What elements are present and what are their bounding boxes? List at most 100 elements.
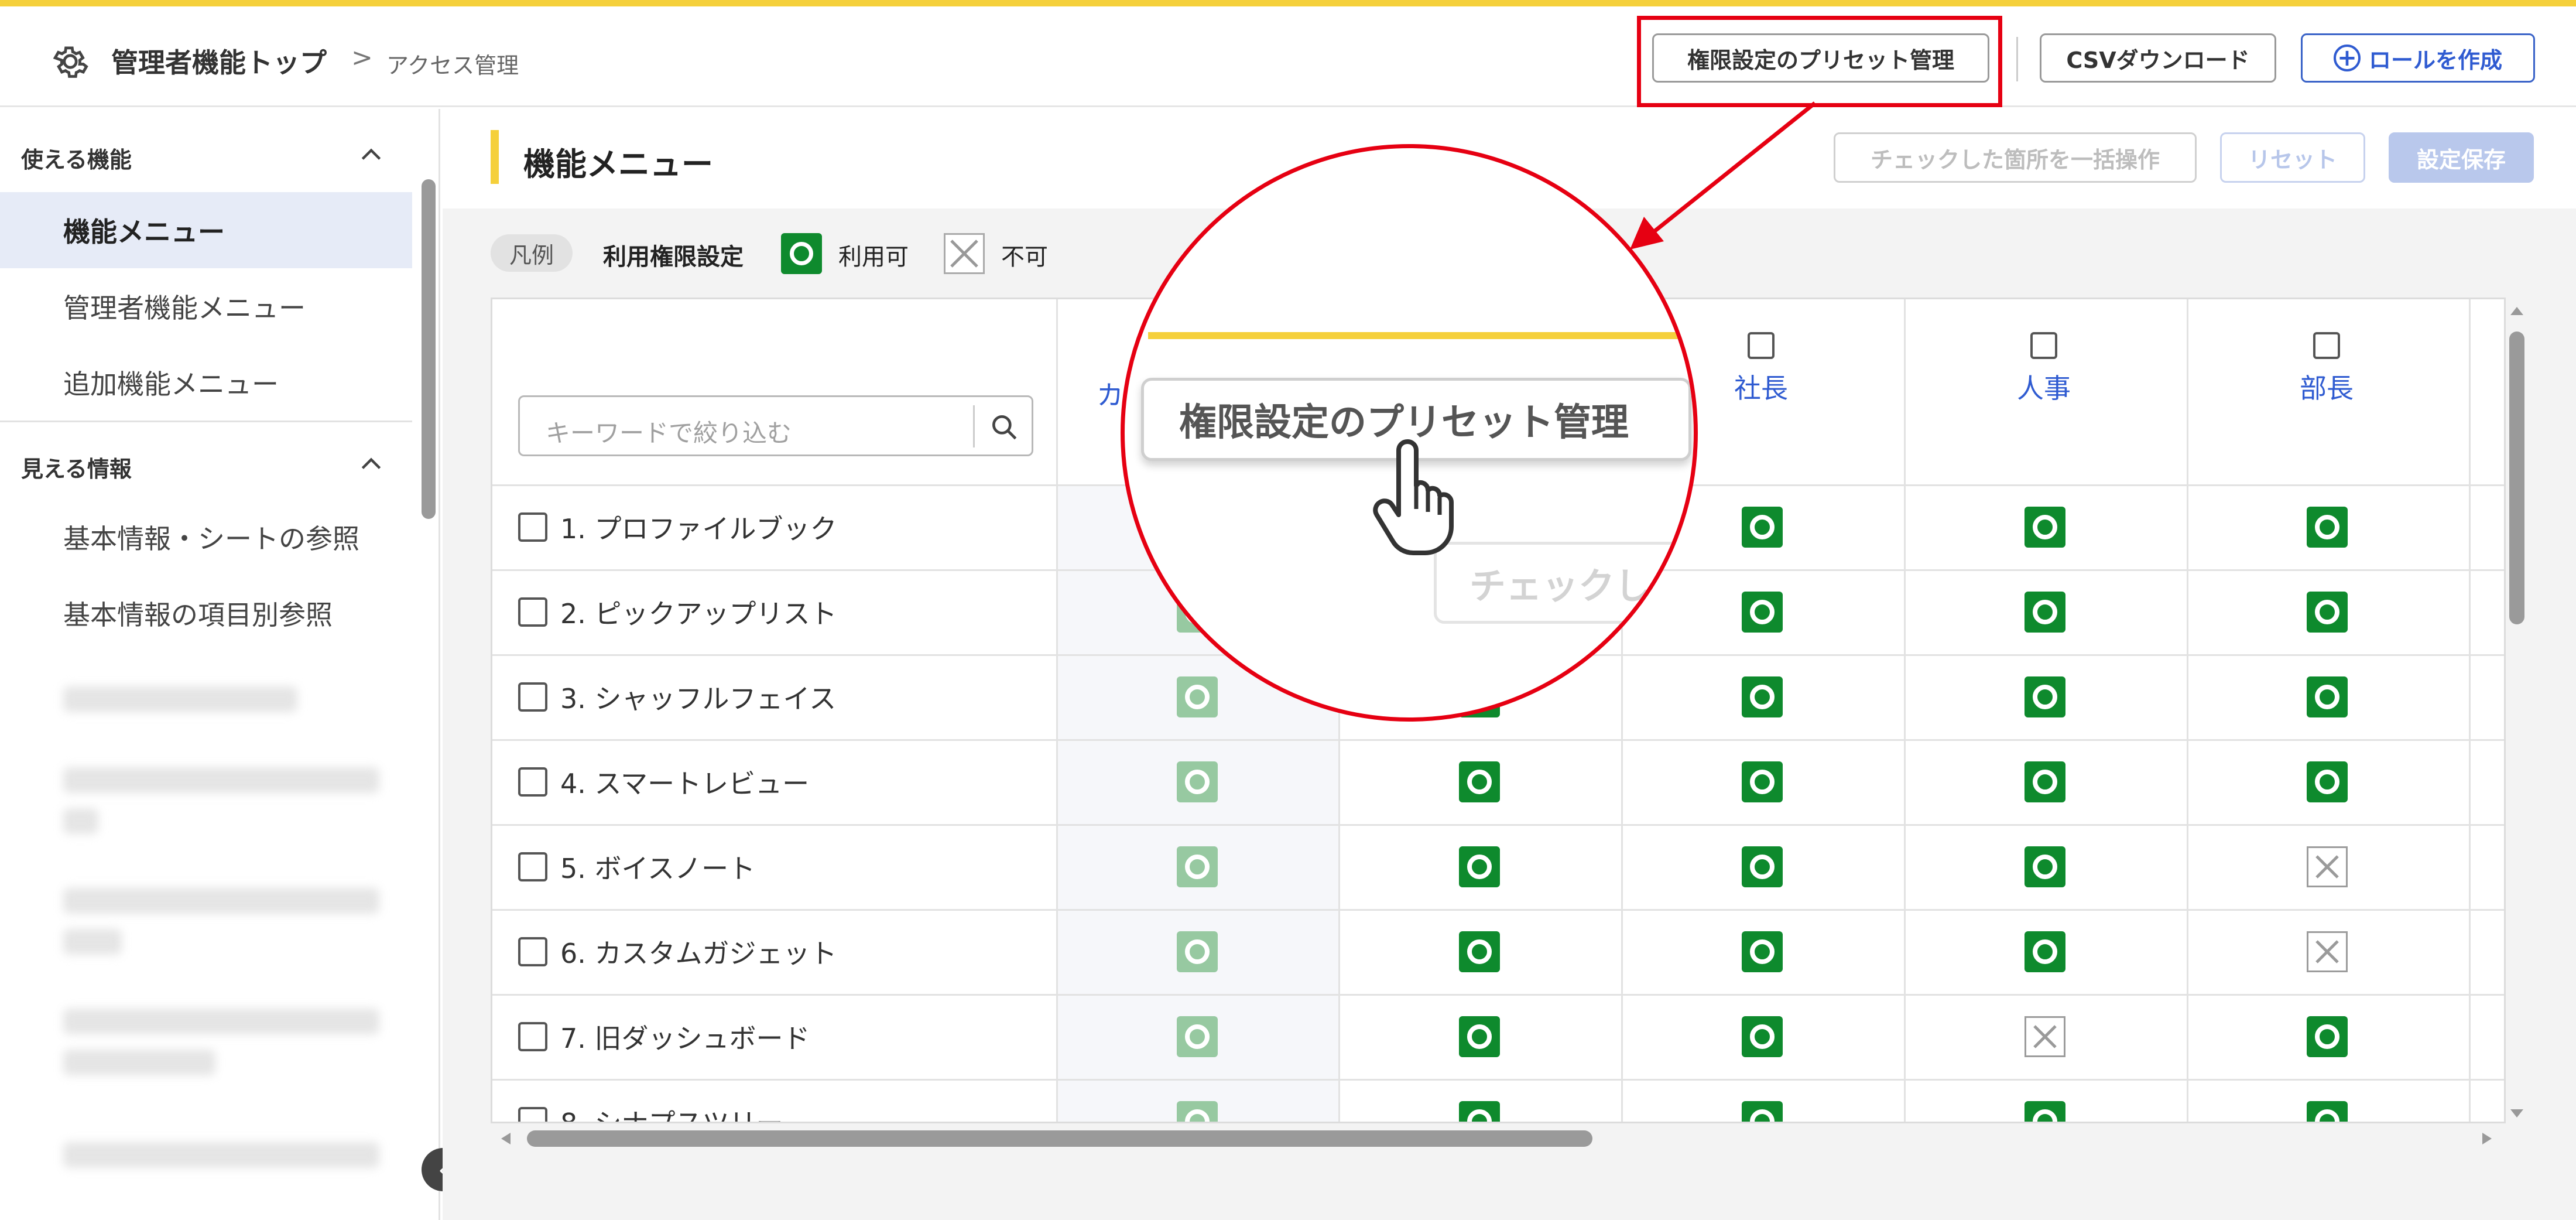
row-checkbox[interactable] — [518, 937, 547, 966]
create-role-button[interactable]: + ロールを作成 — [2301, 33, 2535, 83]
breadcrumb-separator: > — [351, 43, 373, 73]
zoom-accent-bar — [1148, 332, 1693, 339]
table-row-label[interactable]: 4. スマートレビュー — [518, 763, 809, 801]
keyword-search-input[interactable]: キーワードで絞り込む — [518, 395, 1033, 456]
row-name: 4. スマートレビュー — [560, 768, 810, 799]
ok-icon[interactable] — [1459, 761, 1500, 802]
row-checkbox[interactable] — [518, 512, 547, 542]
table-row-label[interactable]: 8. シナプスツリー — [518, 1102, 783, 1122]
ok-icon[interactable] — [1177, 1101, 1218, 1122]
scroll-up-arrow-icon[interactable] — [2508, 302, 2526, 320]
row-checkbox[interactable] — [518, 597, 547, 627]
row-divider — [492, 1079, 2504, 1081]
ng-icon — [944, 233, 985, 274]
ok-icon[interactable] — [2307, 676, 2348, 717]
sidebar-scrollbar[interactable] — [422, 150, 436, 1220]
header-divider — [2016, 37, 2018, 81]
sidebar-scroll-thumb[interactable] — [422, 179, 436, 519]
ok-icon[interactable] — [2307, 1016, 2348, 1057]
gear-icon[interactable] — [49, 40, 91, 83]
scroll-down-arrow-icon[interactable] — [2508, 1105, 2526, 1122]
column-label[interactable]: 人事 — [1903, 367, 2184, 406]
ok-icon[interactable] — [1742, 1101, 1783, 1122]
sidebar-section-functions[interactable]: 使える機能 — [21, 142, 132, 174]
table-row-label[interactable]: 6. カスタムガジェット — [518, 932, 837, 971]
sidebar-divider — [0, 421, 412, 422]
ok-icon[interactable] — [2025, 846, 2065, 887]
reset-button[interactable]: リセット — [2220, 132, 2365, 183]
ok-icon[interactable] — [1177, 676, 1218, 717]
row-divider — [492, 994, 2504, 996]
sidebar-item-basic-sheet[interactable]: 基本情報・シートの参照 — [0, 499, 412, 575]
sidebar-item-admin-menu[interactable]: 管理者機能メニュー — [0, 268, 412, 344]
column-header-hr[interactable]: 人事 — [1903, 332, 2184, 406]
ok-icon[interactable] — [2025, 1101, 2065, 1122]
ok-icon[interactable] — [1742, 1016, 1783, 1057]
table-vscroll-thumb[interactable] — [2509, 332, 2524, 624]
search-icon[interactable] — [988, 411, 1021, 444]
table-hscroll-thumb[interactable] — [527, 1130, 1592, 1147]
ok-icon[interactable] — [2025, 676, 2065, 717]
column-label[interactable]: 部長 — [2186, 367, 2467, 406]
ng-icon[interactable] — [2025, 1016, 2065, 1057]
ok-icon[interactable] — [2025, 507, 2065, 548]
ok-icon[interactable] — [1177, 846, 1218, 887]
sidebar-section-info[interactable]: 見える情報 — [21, 451, 132, 483]
ok-icon[interactable] — [1177, 1016, 1218, 1057]
ok-icon[interactable] — [2307, 592, 2348, 633]
sidebar-item-function-menu[interactable]: 機能メニュー — [0, 192, 412, 268]
row-checkbox[interactable] — [518, 852, 547, 881]
ok-icon[interactable] — [1459, 1101, 1500, 1122]
row-checkbox[interactable] — [518, 682, 547, 712]
chevron-up-icon[interactable] — [358, 142, 384, 168]
ok-icon[interactable] — [2025, 761, 2065, 802]
row-divider — [492, 739, 2504, 741]
blurred-sidebar-item — [63, 767, 379, 793]
ok-icon[interactable] — [1459, 931, 1500, 972]
column-checkbox[interactable] — [2313, 332, 2340, 359]
scroll-right-arrow-icon[interactable] — [2479, 1130, 2495, 1147]
table-horizontal-scrollbar[interactable] — [498, 1127, 2500, 1150]
save-settings-button[interactable]: 設定保存 — [2389, 132, 2534, 183]
ok-icon[interactable] — [1459, 846, 1500, 887]
ok-icon[interactable] — [2307, 1101, 2348, 1122]
bulk-action-button[interactable]: チェックした箇所を一括操作 — [1834, 132, 2197, 183]
table-row-label[interactable]: 3. シャッフルフェイス — [518, 678, 836, 716]
row-name: 1. プロファイルブック — [560, 513, 837, 545]
row-checkbox[interactable] — [518, 767, 547, 797]
ok-icon[interactable] — [1177, 761, 1218, 802]
ok-icon[interactable] — [1742, 761, 1783, 802]
scroll-left-arrow-icon[interactable] — [498, 1130, 514, 1147]
table-row-label[interactable]: 5. ボイスノート — [518, 847, 755, 886]
table-row-label[interactable]: 2. ピックアップリスト — [518, 593, 837, 631]
row-name: 7. 旧ダッシュボード — [560, 1023, 810, 1054]
ok-icon[interactable] — [2307, 761, 2348, 802]
table-row-label[interactable]: 7. 旧ダッシュボード — [518, 1017, 810, 1056]
blurred-sidebar-item — [63, 1009, 379, 1034]
column-checkbox[interactable] — [1748, 332, 1775, 359]
column-header-partial[interactable]: カ — [1097, 374, 1123, 413]
ok-icon[interactable] — [1459, 1016, 1500, 1057]
sidebar-item-addon-menu[interactable]: 追加機能メニュー — [0, 344, 412, 421]
ok-icon[interactable] — [2025, 931, 2065, 972]
ok-icon[interactable] — [1742, 507, 1783, 548]
sidebar-item-basic-field[interactable]: 基本情報の項目別参照 — [0, 575, 412, 651]
ng-icon[interactable] — [2307, 931, 2348, 972]
csv-download-button[interactable]: CSVダウンロード — [2040, 33, 2276, 83]
row-checkbox[interactable] — [518, 1022, 547, 1051]
ok-icon[interactable] — [1742, 676, 1783, 717]
table-vertical-scrollbar[interactable] — [2508, 302, 2526, 1122]
row-checkbox[interactable] — [518, 1107, 547, 1122]
ok-icon[interactable] — [2025, 592, 2065, 633]
column-checkbox[interactable] — [2030, 332, 2057, 359]
ng-icon[interactable] — [2307, 846, 2348, 887]
ok-icon[interactable] — [1742, 592, 1783, 633]
breadcrumb-top[interactable]: 管理者機能トップ — [111, 42, 327, 80]
ok-icon[interactable] — [1742, 931, 1783, 972]
column-header-manager[interactable]: 部長 — [2186, 332, 2467, 406]
ok-icon[interactable] — [1177, 931, 1218, 972]
table-row-label[interactable]: 1. プロファイルブック — [518, 508, 837, 546]
ok-icon[interactable] — [2307, 507, 2348, 548]
chevron-up-icon[interactable] — [358, 451, 384, 477]
ok-icon[interactable] — [1742, 846, 1783, 887]
